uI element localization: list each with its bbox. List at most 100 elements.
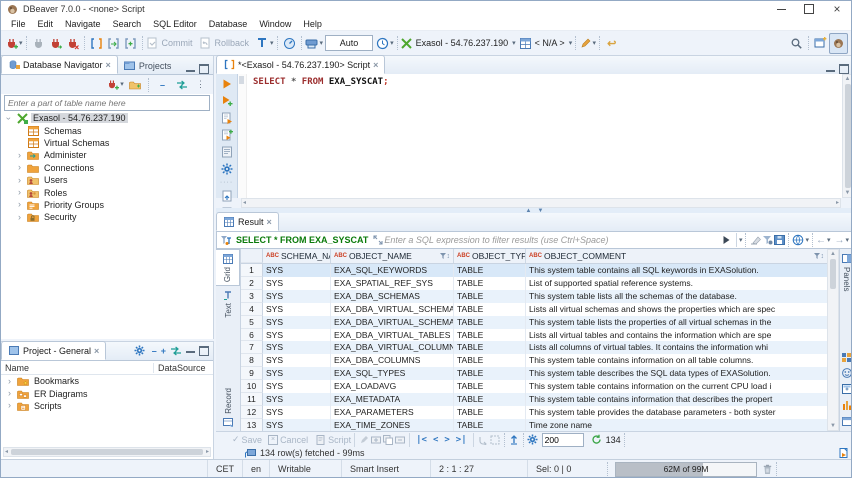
link-with-editor-button[interactable] (173, 75, 190, 94)
table-row[interactable]: 1 SYS EXA_SQL_KEYWORDS TABLE This system… (241, 264, 827, 277)
chevron-expanded-icon[interactable]: › (4, 114, 14, 123)
close-icon[interactable]: × (373, 60, 378, 70)
tree-item-security[interactable]: › Security (1, 211, 213, 223)
object-comment-cell[interactable]: Lists all virtual tables and contains th… (526, 329, 827, 342)
active-database-selector[interactable]: < N/A > ▾ (520, 34, 572, 53)
scroll-up-icon[interactable]: ▲ (844, 75, 851, 83)
menu-navigate[interactable]: Navigate (59, 19, 107, 29)
new-sql-editor-button[interactable] (88, 34, 105, 53)
object-type-cell[interactable]: TABLE (454, 405, 526, 419)
column-header-object-name[interactable]: ABC OBJECT_NAME ↕ (331, 249, 454, 263)
tab-text-view[interactable]: Text (216, 286, 240, 321)
editor-vertical-scrollbar[interactable]: ▲ ▼ (842, 74, 851, 198)
schema-name-cell[interactable]: SYS (263, 302, 331, 316)
row-number-cell[interactable]: 1 (241, 264, 263, 277)
view-menu-button[interactable]: ⋮ (192, 75, 209, 94)
commit-button[interactable]: Commit (146, 34, 193, 53)
scrollbar-thumb[interactable] (11, 449, 203, 455)
scroll-left-icon[interactable]: ◂ (242, 199, 247, 207)
compare-button[interactable]: ▾ (305, 34, 323, 53)
row-number-cell[interactable]: 11 (241, 393, 263, 406)
table-row[interactable]: 7 SYS EXA_DBA_VIRTUAL_COLUMNS TABLE List… (241, 341, 827, 355)
tree-item-roles[interactable]: › Roles (1, 186, 213, 198)
menu-search[interactable]: Search (107, 19, 148, 29)
row-number-cell[interactable]: 8 (241, 354, 263, 368)
chevron-collapsed-icon[interactable]: › (15, 188, 24, 197)
chevron-collapsed-icon[interactable]: › (15, 150, 24, 160)
collapse-all-button[interactable]: – (154, 75, 171, 94)
tree-item-priority-groups[interactable]: › Priority Groups (1, 199, 213, 211)
chevron-collapsed-icon[interactable]: › (15, 200, 24, 209)
maximize-button[interactable] (795, 1, 823, 17)
execute-script-icon[interactable] (220, 111, 234, 125)
tree-item-scripts[interactable]: › Scripts (1, 400, 213, 412)
execute-sql-icon[interactable] (220, 77, 234, 91)
table-row[interactable]: 4 SYS EXA_DBA_VIRTUAL_SCHEMAS TABLE List… (241, 302, 827, 316)
data-refresh-globe-icon[interactable] (792, 234, 804, 246)
calc-panel-icon[interactable] (841, 383, 851, 395)
filter-sort-icons[interactable]: ↕ (439, 253, 450, 260)
garbage-collect-icon[interactable] (761, 463, 773, 475)
disconnect-button[interactable] (64, 34, 81, 53)
open-recent-sql-editor-button[interactable] (105, 34, 122, 53)
scroll-left-icon[interactable]: ◂ (4, 448, 9, 456)
object-comment-cell[interactable]: This system table provides the database … (526, 406, 827, 419)
transaction-mode-button[interactable]: ▾ (255, 34, 274, 53)
scroll-down-icon[interactable]: ▼ (844, 189, 851, 197)
menu-file[interactable]: File (5, 19, 32, 29)
object-name-cell[interactable]: EXA_PARAMETERS (331, 405, 454, 419)
menu-help[interactable]: Help (297, 19, 328, 29)
row-number-cell[interactable]: 9 (241, 367, 263, 381)
reconnect-button[interactable] (47, 34, 64, 53)
close-icon[interactable]: × (267, 217, 272, 227)
object-type-cell[interactable]: TABLE (454, 302, 526, 316)
tab-panels[interactable]: Panels (840, 249, 851, 294)
fetch-all-icon[interactable] (489, 434, 501, 446)
search-button[interactable] (788, 34, 805, 53)
table-row[interactable]: 6 SYS EXA_DBA_VIRTUAL_TABLES TABLE Lists… (241, 328, 827, 342)
schema-name-cell[interactable]: SYS (263, 315, 331, 329)
object-type-cell[interactable]: TABLE (454, 289, 526, 303)
filter-settings-icon[interactable] (761, 234, 773, 246)
object-name-cell[interactable]: EXA_LOADAVG (331, 380, 454, 394)
tree-item-schemas[interactable]: Schemas (1, 124, 213, 136)
table-row[interactable]: 2 SYS EXA_SPATIAL_REF_SYS TABLE List of … (241, 276, 827, 290)
table-row[interactable]: 11 SYS EXA_METADATA TABLE This system ta… (241, 393, 827, 406)
explain-plan-icon[interactable] (220, 145, 234, 159)
chevron-collapsed-icon[interactable]: › (15, 163, 24, 172)
tree-item-exasol-connection[interactable]: › Exasol - 54.76.237.190 (1, 112, 213, 124)
execute-new-tab-icon[interactable] (220, 94, 234, 108)
object-name-cell[interactable]: EXA_SPATIAL_REF_SYS (331, 276, 454, 290)
table-row[interactable]: 10 SYS EXA_LOADAVG TABLE This system tab… (241, 380, 827, 394)
chevron-down-icon[interactable]: ▾ (739, 237, 743, 244)
schema-name-cell[interactable]: SYS (263, 289, 331, 303)
history-back-icon[interactable]: ← (816, 235, 826, 246)
maximize-panel-icon[interactable] (199, 64, 209, 74)
row-number-cell[interactable]: 5 (241, 315, 263, 329)
chevron-collapsed-icon[interactable]: › (5, 376, 14, 386)
result-settings-gear-icon[interactable] (527, 434, 539, 446)
tab-projects[interactable]: Projects (118, 57, 178, 74)
schema-name-cell[interactable]: SYS (263, 367, 331, 381)
navigator-new-connection-button[interactable]: ▾ (107, 75, 124, 94)
new-sql-script-button[interactable] (122, 34, 139, 53)
chevron-collapsed-icon[interactable]: › (5, 401, 14, 410)
grouping-panel-icon[interactable] (841, 367, 851, 379)
caret-position-status[interactable]: 2 : 1 : 27 (431, 460, 529, 477)
minimize-panel-icon[interactable] (186, 348, 195, 353)
save-results-icon[interactable] (837, 447, 849, 459)
schema-name-cell[interactable]: SYS (263, 380, 331, 394)
minimize-button[interactable] (767, 1, 795, 17)
chevron-collapsed-icon[interactable]: › (5, 389, 14, 398)
tab-result[interactable]: Result × (216, 212, 279, 231)
editor-horizontal-scrollbar[interactable]: ◂ ▸ (241, 198, 841, 208)
expand-all-icon[interactable]: + (161, 346, 166, 356)
object-name-cell[interactable]: EXA_SQL_KEYWORDS (331, 264, 454, 277)
row-number-cell[interactable]: 10 (241, 380, 263, 394)
schema-name-cell[interactable]: SYS (263, 354, 331, 368)
corner-header-cell[interactable] (241, 249, 263, 263)
tree-item-users[interactable]: › Users (1, 174, 213, 186)
chevron-collapsed-icon[interactable]: › (15, 175, 24, 185)
object-type-cell[interactable]: TABLE (454, 328, 526, 342)
column-header-object-comment[interactable]: ABC OBJECT_COMMENT ↕ (526, 249, 827, 263)
